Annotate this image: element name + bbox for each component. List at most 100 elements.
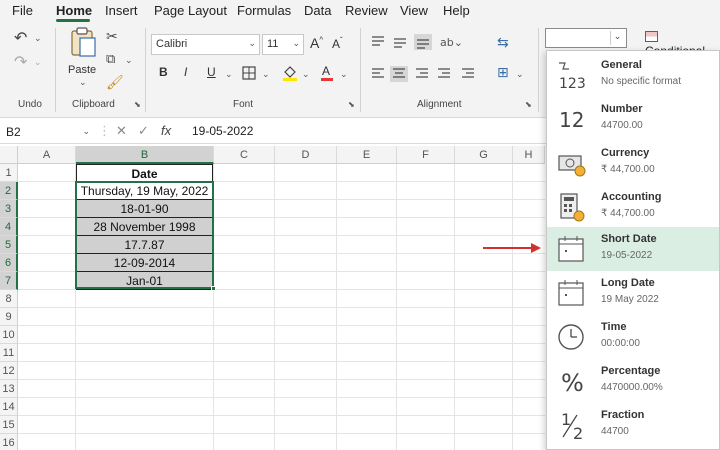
chevron-down-icon[interactable]: ⌄	[610, 31, 624, 45]
select-all-corner[interactable]	[0, 146, 18, 164]
insert-function-icon[interactable]: fx	[161, 123, 171, 138]
row-header[interactable]: 4	[0, 218, 18, 236]
format-option-general[interactable]: 123 General No specific format	[547, 53, 719, 97]
row-header[interactable]: 13	[0, 380, 18, 398]
redo-icon[interactable]: ↷	[14, 52, 27, 72]
row-header[interactable]: 9	[0, 308, 18, 326]
fill-color-dropdown-icon[interactable]: ⌄	[302, 69, 310, 80]
cell-b2[interactable]: Thursday, 19 May, 2022	[76, 182, 213, 200]
format-option-accounting[interactable]: Accounting ₹ 44,700.00	[547, 185, 719, 229]
clipboard-launcher-icon[interactable]: ⬊	[134, 100, 141, 109]
formula-input[interactable]: 19-05-2022	[192, 124, 253, 138]
cell-b5[interactable]: 17.7.87	[76, 236, 213, 254]
row-header[interactable]: 3	[0, 200, 18, 218]
undo-dropdown-icon[interactable]: ⌄	[34, 33, 42, 44]
cell-b7[interactable]: Jan-01	[76, 272, 213, 290]
enter-icon[interactable]: ✓	[138, 123, 149, 139]
column-header[interactable]: A	[18, 146, 76, 164]
row-header[interactable]: 12	[0, 362, 18, 380]
font-launcher-icon[interactable]: ⬊	[348, 100, 355, 109]
row-header[interactable]: 7	[0, 272, 18, 290]
format-title: Percentage	[601, 365, 661, 377]
bold-button[interactable]: B	[159, 65, 168, 79]
horizontal-align-icons[interactable]	[370, 66, 490, 82]
column-header[interactable]: G	[455, 146, 513, 164]
row-header[interactable]: 1	[0, 164, 18, 182]
fill-color-icon[interactable]	[282, 64, 298, 82]
column-header[interactable]: B	[76, 146, 214, 164]
menu-page-layout[interactable]: Page Layout	[154, 3, 227, 18]
copy-dropdown-icon[interactable]: ⌄	[125, 55, 133, 66]
font-color-dropdown-icon[interactable]: ⌄	[340, 69, 348, 80]
borders-icon[interactable]	[242, 66, 256, 80]
format-option-short-date[interactable]: Short Date 19-05-2022	[547, 227, 719, 271]
italic-button[interactable]: I	[184, 65, 187, 79]
menu-data[interactable]: Data	[304, 3, 331, 18]
undo-icon[interactable]: ↶	[14, 28, 27, 48]
menu-help[interactable]: Help	[443, 3, 470, 18]
column-header[interactable]: F	[397, 146, 455, 164]
merge-dropdown-icon[interactable]: ⌄	[516, 69, 524, 80]
font-name-combo[interactable]: Calibri ⌄	[151, 34, 260, 55]
row-header[interactable]: 16	[0, 434, 18, 450]
svg-text:A: A	[322, 64, 330, 78]
column-header[interactable]: D	[275, 146, 337, 164]
increase-font-icon[interactable]: A^	[310, 35, 323, 51]
format-option-time[interactable]: Time 00:00:00	[547, 315, 719, 359]
cancel-icon[interactable]: ✕	[116, 123, 127, 139]
format-sample: 19 May 2022	[601, 294, 659, 305]
redo-dropdown-icon[interactable]: ⌄	[34, 57, 42, 68]
row-header[interactable]: 10	[0, 326, 18, 344]
decrease-font-icon[interactable]: Aˇ	[332, 36, 343, 51]
menu-insert[interactable]: Insert	[105, 3, 138, 18]
cut-icon[interactable]: ✂	[106, 28, 118, 45]
menu-file[interactable]: File	[12, 3, 33, 18]
underline-button[interactable]: U	[207, 65, 216, 79]
underline-dropdown-icon[interactable]: ⌄	[225, 69, 233, 80]
format-option-percentage[interactable]: % Percentage 4470000.00%	[547, 359, 719, 403]
paste-dropdown-icon[interactable]: ⌄	[79, 77, 87, 88]
cell-b6[interactable]: 12-09-2014	[76, 254, 213, 272]
row-header[interactable]: 14	[0, 398, 18, 416]
merge-center-icon[interactable]: ⊞	[497, 64, 509, 81]
group-label-undo: Undo	[18, 99, 42, 110]
row-header[interactable]: 11	[0, 344, 18, 362]
cell-b3[interactable]: 18-01-90	[76, 200, 213, 218]
vertical-align-icons[interactable]: ab⌄	[370, 34, 490, 50]
format-option-fraction[interactable]: 1 2 Fraction 44700	[547, 403, 719, 447]
cell-b1[interactable]: Date	[76, 164, 213, 182]
menu-review[interactable]: Review	[345, 3, 388, 18]
column-header[interactable]: H	[513, 146, 545, 164]
short-date-icon	[558, 236, 584, 262]
row-header[interactable]: 2	[0, 182, 18, 200]
column-header[interactable]: E	[337, 146, 397, 164]
row-header[interactable]: 6	[0, 254, 18, 272]
format-title: Long Date	[601, 277, 655, 289]
format-painter-icon[interactable]: 🖌	[106, 74, 124, 91]
menu-home[interactable]: Home	[56, 3, 92, 18]
cell-b4[interactable]: 28 November 1998	[76, 218, 213, 236]
copy-icon[interactable]: ⧉	[106, 51, 115, 67]
number-format-combo[interactable]: ⌄	[545, 28, 627, 48]
row-header[interactable]: 8	[0, 290, 18, 308]
chevron-down-icon[interactable]: ⌄	[82, 126, 90, 137]
format-option-number[interactable]: 12 Number 44700.00	[547, 97, 719, 141]
paste-label[interactable]: Paste	[68, 64, 96, 76]
font-color-icon[interactable]: A	[320, 64, 334, 82]
row-header[interactable]: 15	[0, 416, 18, 434]
menu-formulas[interactable]: Formulas	[237, 3, 291, 18]
wrap-text-icon[interactable]: ⇆	[497, 34, 509, 51]
column-header[interactable]: C	[214, 146, 275, 164]
menu-view[interactable]: View	[400, 3, 428, 18]
name-box[interactable]: B2 ⌄	[2, 123, 94, 141]
font-size-combo[interactable]: 11 ⌄	[262, 34, 304, 55]
borders-dropdown-icon[interactable]: ⌄	[262, 69, 270, 80]
fill-handle[interactable]	[211, 286, 216, 291]
long-date-icon	[558, 280, 584, 306]
format-option-currency[interactable]: Currency ₹ 44,700.00	[547, 141, 719, 185]
alignment-launcher-icon[interactable]: ⬊	[525, 100, 532, 109]
format-option-long-date[interactable]: Long Date 19 May 2022	[547, 271, 719, 315]
paste-icon[interactable]	[68, 26, 98, 58]
row-header[interactable]: 5	[0, 236, 18, 254]
more-icon: ⋮	[98, 123, 111, 138]
